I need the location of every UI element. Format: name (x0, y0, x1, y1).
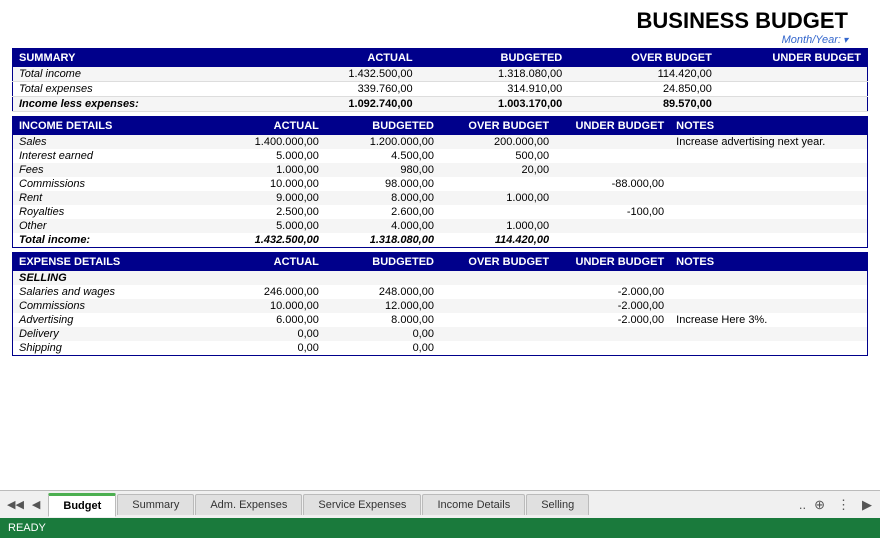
tab-income-details[interactable]: Income Details (422, 494, 525, 515)
row-under (718, 82, 868, 97)
table-row: Salaries and wages 246.000,00 248.000,00… (13, 285, 868, 299)
summary-table: SUMMARY ACTUAL BUDGETED OVER BUDGET UNDE… (12, 48, 868, 112)
selling-label: SELLING (13, 271, 210, 285)
income-details-table: INCOME DETAILS ACTUAL BUDGETED OVER BUDG… (12, 116, 868, 248)
table-row: Rent 9.000,00 8.000,00 1.000,00 (13, 191, 868, 205)
table-row: Sales 1.400.000,00 1.200.000,00 200.000,… (13, 135, 868, 149)
tab-budget[interactable]: Budget (48, 493, 116, 517)
month-year-label: Month/Year: ▾ (637, 34, 848, 46)
expense-header-row: EXPENSE DETAILS ACTUAL BUDGETED OVER BUD… (13, 253, 868, 272)
tab-bar: ◀◀ ◀ Budget Summary Adm. Expenses Servic… (0, 490, 880, 518)
tab-summary[interactable]: Summary (117, 494, 194, 515)
row-label: Total expenses (13, 82, 270, 97)
row-over: 24.850,00 (568, 82, 718, 97)
income-header-row: INCOME DETAILS ACTUAL BUDGETED OVER BUDG… (13, 117, 868, 136)
summary-col-budgeted: BUDGETED (419, 49, 569, 68)
row-under (718, 67, 868, 82)
tab-next-button[interactable]: ▶ (858, 495, 876, 515)
table-row: Fees 1.000,00 980,00 20,00 (13, 163, 868, 177)
add-sheet-button[interactable]: ⊕ (810, 495, 829, 515)
table-row: Total income: 1.432.500,00 1.318.080,00 … (13, 233, 868, 248)
table-row: Other 5.000,00 4.000,00 1.000,00 (13, 219, 868, 233)
table-row: Commissions 10.000,00 12.000,00 -2.000,0… (13, 299, 868, 313)
page-title: BUSINESS BUDGET (637, 8, 848, 34)
status-bar: READY (0, 518, 880, 538)
tab-options-button[interactable]: ⋮ (833, 495, 854, 515)
tab-first-button[interactable]: ◀◀ (4, 497, 27, 512)
table-row: Total expenses 339.760,00 314.910,00 24.… (13, 82, 868, 97)
row-actual: 339.760,00 (269, 82, 419, 97)
row-budgeted: 1.003.170,00 (419, 97, 569, 112)
row-actual: 1.432.500,00 (269, 67, 419, 82)
selling-label-row: SELLING (13, 271, 868, 285)
dropdown-arrow-icon[interactable]: ▾ (843, 35, 848, 46)
row-budgeted: 314.910,00 (419, 82, 569, 97)
summary-col-over: OVER BUDGET (568, 49, 718, 68)
summary-col-under: UNDER BUDGET (718, 49, 868, 68)
status-label: READY (8, 522, 46, 534)
row-under (718, 97, 868, 112)
expense-details-table: EXPENSE DETAILS ACTUAL BUDGETED OVER BUD… (12, 252, 868, 356)
row-actual: 1.092.740,00 (269, 97, 419, 112)
row-over: 89.570,00 (568, 97, 718, 112)
summary-col-actual: ACTUAL (269, 49, 419, 68)
table-row: Commissions 10.000,00 98.000,00 -88.000,… (13, 177, 868, 191)
more-tabs-ellipsis: .. (799, 497, 806, 512)
summary-header-label: SUMMARY (13, 49, 270, 68)
tab-service-expenses[interactable]: Service Expenses (303, 494, 421, 515)
title-area: BUSINESS BUDGET Month/Year: ▾ (12, 8, 868, 46)
table-row: Royalties 2.500,00 2.600,00 -100,00 (13, 205, 868, 219)
row-budgeted: 1.318.080,00 (419, 67, 569, 82)
table-row: Delivery 0,00 0,00 (13, 327, 868, 341)
tab-controls: .. ⊕ ⋮ ▶ (799, 495, 876, 515)
tab-nav-arrows: ◀◀ ◀ (4, 497, 43, 512)
table-row: Shipping 0,00 0,00 (13, 341, 868, 356)
row-label: Income less expenses: (13, 97, 270, 112)
tab-prev-button[interactable]: ◀ (29, 497, 43, 512)
table-row: Total income 1.432.500,00 1.318.080,00 1… (13, 67, 868, 82)
income-header-label: INCOME DETAILS (13, 117, 210, 136)
table-row: Income less expenses: 1.092.740,00 1.003… (13, 97, 868, 112)
table-row: Interest earned 5.000,00 4.500,00 500,00 (13, 149, 868, 163)
row-over: 114.420,00 (568, 67, 718, 82)
expense-header-label: EXPENSE DETAILS (13, 253, 210, 272)
table-row: Advertising 6.000,00 8.000,00 -2.000,00 … (13, 313, 868, 327)
tab-adm-expenses[interactable]: Adm. Expenses (195, 494, 302, 515)
row-label: Total income (13, 67, 270, 82)
tab-selling[interactable]: Selling (526, 494, 589, 515)
summary-header-row: SUMMARY ACTUAL BUDGETED OVER BUDGET UNDE… (13, 49, 868, 68)
